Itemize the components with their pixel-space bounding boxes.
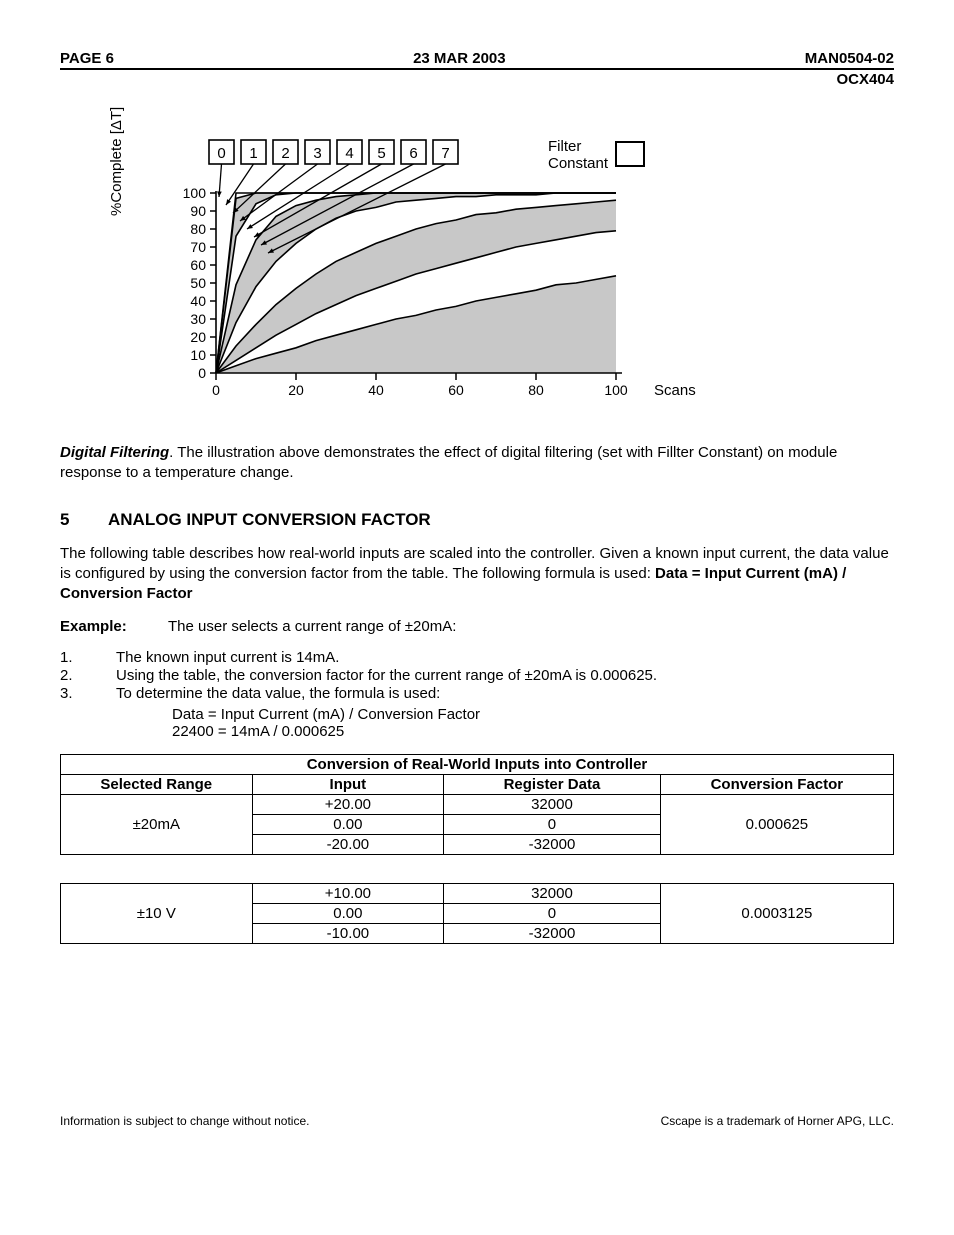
svg-text:60: 60: [448, 382, 464, 398]
example-row: Example:The user selects a current range…: [60, 618, 894, 635]
svg-text:80: 80: [190, 221, 206, 237]
conversion-table-2: ±10 V +10.00 32000 0.0003125 0.00 0 -10.…: [60, 883, 894, 944]
th-input: Input: [252, 775, 444, 795]
svg-text:7: 7: [441, 145, 449, 162]
svg-text:2: 2: [281, 145, 289, 162]
cell-factor-2: 0.0003125: [660, 884, 893, 944]
cell-range-1: ±20mA: [61, 795, 253, 855]
cell: 0: [444, 904, 661, 924]
table-title: Conversion of Real-World Inputs into Con…: [61, 755, 894, 775]
digital-filtering-text: . The illustration above demonstrates th…: [60, 444, 837, 481]
svg-text:50: 50: [190, 275, 206, 291]
step-1-text: The known input current is 14mA.: [116, 649, 339, 666]
step-2: 2.Using the table, the conversion factor…: [60, 667, 894, 684]
footer-left: Information is subject to change without…: [60, 1114, 309, 1128]
step-1: 1.The known input current is 14mA.: [60, 649, 894, 666]
step-2-text: Using the table, the conversion factor f…: [116, 667, 657, 684]
header-sub: OCX404: [60, 71, 894, 88]
steps-list: 1.The known input current is 14mA. 2.Usi…: [60, 649, 894, 702]
svg-text:0: 0: [212, 382, 220, 398]
svg-text:0: 0: [198, 365, 206, 381]
svg-text:20: 20: [288, 382, 304, 398]
svg-text:80: 80: [528, 382, 544, 398]
svg-text:100: 100: [604, 382, 628, 398]
step-formula-1: Data = Input Current (mA) / Conversion F…: [172, 706, 894, 723]
chart-ylabel: %Complete [ΔT]: [108, 107, 125, 216]
page-header: PAGE 6 23 MAR 2003 MAN0504-02: [60, 50, 894, 70]
svg-text:4: 4: [345, 145, 353, 162]
svg-text:Scans: Scans: [654, 382, 696, 399]
svg-text:3: 3: [313, 145, 321, 162]
digital-filtering-label: Digital Filtering: [60, 444, 169, 461]
svg-text:1: 1: [249, 145, 257, 162]
section-title-text: ANALOG INPUT CONVERSION FACTOR: [108, 510, 431, 529]
footer-right: Cscape is a trademark of Horner APG, LLC…: [661, 1114, 894, 1128]
example-text: The user selects a current range of ±20m…: [168, 618, 456, 635]
svg-text:0: 0: [217, 145, 225, 162]
conversion-table-1: Conversion of Real-World Inputs into Con…: [60, 754, 894, 855]
filter-constant-box: [615, 141, 645, 167]
chart-legend-label: FilterConstant: [548, 138, 608, 172]
cell-factor-1: 0.000625: [660, 795, 893, 855]
svg-text:60: 60: [190, 257, 206, 273]
step-3: 3.To determine the data value, the formu…: [60, 685, 894, 702]
step-3-text: To determine the data value, the formula…: [116, 685, 440, 702]
svg-text:6: 6: [409, 145, 417, 162]
header-left: PAGE 6: [60, 50, 114, 67]
cell: 0: [444, 815, 661, 835]
cell: 32000: [444, 795, 661, 815]
cell: -32000: [444, 835, 661, 855]
cell-range-2: ±10 V: [61, 884, 253, 944]
svg-text:30: 30: [190, 311, 206, 327]
svg-text:100: 100: [183, 185, 207, 201]
cell: 32000: [444, 884, 661, 904]
cell: +20.00: [252, 795, 444, 815]
digital-filtering-paragraph: Digital Filtering. The illustration abov…: [60, 443, 894, 484]
th-reg: Register Data: [444, 775, 661, 795]
svg-text:5: 5: [377, 145, 385, 162]
step-formula-2: 22400 = 14mA / 0.000625: [172, 723, 894, 740]
example-label: Example:: [60, 618, 168, 635]
intro-paragraph: The following table describes how real-w…: [60, 544, 894, 605]
section-number: 5: [60, 510, 108, 530]
header-right: MAN0504-02: [805, 50, 894, 67]
cell: 0.00: [252, 904, 444, 924]
filter-chart: %Complete [ΔT] FilterConstant 0102030405…: [120, 138, 760, 413]
cell: 0.00: [252, 815, 444, 835]
th-factor: Conversion Factor: [660, 775, 893, 795]
svg-text:10: 10: [190, 347, 206, 363]
svg-text:40: 40: [368, 382, 384, 398]
svg-text:20: 20: [190, 329, 206, 345]
cell: +10.00: [252, 884, 444, 904]
th-range: Selected Range: [61, 775, 253, 795]
header-center: 23 MAR 2003: [413, 50, 506, 67]
cell: -20.00: [252, 835, 444, 855]
svg-text:70: 70: [190, 239, 206, 255]
section-5-heading: 5ANALOG INPUT CONVERSION FACTOR: [60, 510, 894, 530]
cell: -32000: [444, 924, 661, 944]
svg-text:90: 90: [190, 203, 206, 219]
svg-text:40: 40: [190, 293, 206, 309]
cell: -10.00: [252, 924, 444, 944]
page-footer: Information is subject to change without…: [60, 1114, 894, 1128]
